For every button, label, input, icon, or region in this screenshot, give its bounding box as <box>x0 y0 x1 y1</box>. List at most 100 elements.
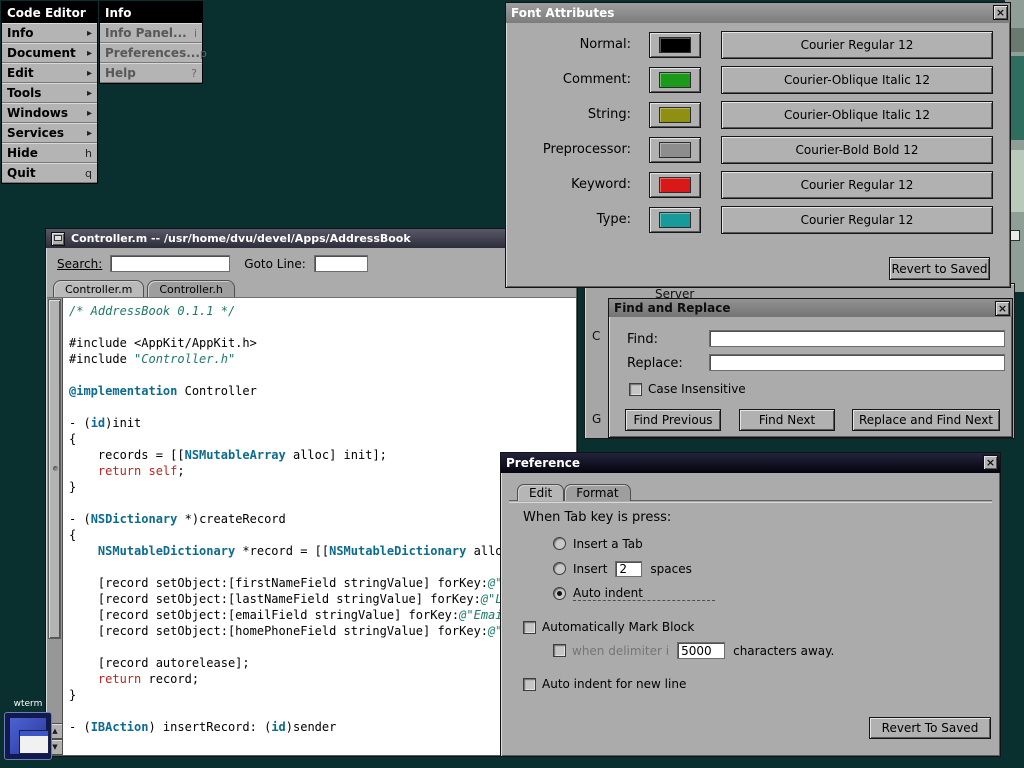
radio-button[interactable] <box>553 587 566 600</box>
font-button-comment[interactable]: Courier-Oblique Italic 12 <box>721 66 993 94</box>
code-line: #include <AppKit/AppKit.h> <box>69 335 576 351</box>
code-segment: NSMutableDictionary <box>98 544 235 558</box>
code-segment: IBAction <box>91 720 149 734</box>
font-button-type[interactable]: Courier Regular 12 <box>721 206 993 234</box>
menu-item-windows[interactable]: Windows▸ <box>2 103 97 123</box>
checkbox-icon[interactable] <box>523 621 536 634</box>
code-segment: ) insertRecord: ( <box>148 720 271 734</box>
radio-option-insert[interactable]: Insertspaces <box>553 556 715 581</box>
editor-content: ▲ ▼ /* AddressBook 0.1.1 */ #include <Ap… <box>47 298 576 755</box>
find-input[interactable] <box>709 330 1005 347</box>
checkbox-icon[interactable] <box>629 383 642 396</box>
tab-format[interactable]: Format <box>564 484 630 501</box>
dock-tile-label: wterm <box>0 698 56 710</box>
window-title: Preference <box>506 456 580 470</box>
radio-button[interactable] <box>553 562 566 575</box>
menu-item-help[interactable]: Help? <box>100 63 202 83</box>
editor-titlebar[interactable]: Controller.m -- /usr/home/dvu/devel/Apps… <box>46 229 577 248</box>
search-label[interactable]: Search: <box>57 257 102 271</box>
code-segment: /* AddressBook 0.1.1 */ <box>69 304 235 318</box>
menu-item-edit[interactable]: Edit▸ <box>2 63 97 83</box>
code-segment: { <box>69 432 76 446</box>
tab-edit[interactable]: Edit <box>517 484 564 501</box>
code-segment: ; <box>177 464 184 478</box>
color-swatch-button-preprocessor[interactable] <box>649 137 701 163</box>
radio-option-insert-a-tab[interactable]: Insert a Tab <box>553 531 715 556</box>
search-input[interactable] <box>110 255 230 272</box>
window-title: Controller.m -- /usr/home/dvu/devel/Apps… <box>71 232 411 245</box>
code-segment: NSMutableDictionary <box>329 544 466 558</box>
tab-controller-h[interactable]: Controller.h <box>147 280 235 297</box>
case-insensitive-checkbox-row[interactable]: Case Insensitive <box>629 382 746 396</box>
menu-item-document[interactable]: Document▸ <box>2 43 97 63</box>
font-attributes-rows: Normal:Courier Regular 12Comment:Courier… <box>506 27 1010 237</box>
menu-item-label: Quit <box>7 166 36 180</box>
checkbox-icon[interactable] <box>523 678 536 691</box>
menu-item-hide[interactable]: Hideh <box>2 143 97 163</box>
code-segment <box>69 464 98 478</box>
code-segment: )sender <box>286 720 337 734</box>
main-menu-title[interactable]: Code Editor <box>2 2 97 23</box>
preference-titlebar[interactable]: Preference × <box>501 453 1000 473</box>
font-attribute-row-preprocessor: Preprocessor:Courier-Bold Bold 12 <box>506 132 1010 167</box>
radio-option-auto-indent[interactable]: Auto indent <box>553 581 715 606</box>
menu-item-label: Info Panel... <box>105 26 187 40</box>
code-segment: records = [[ <box>69 448 185 462</box>
code-segment: [record setObject:[lastNameField stringV… <box>69 592 481 606</box>
font-button-string[interactable]: Courier-Oblique Italic 12 <box>721 101 993 129</box>
menu-item-quit[interactable]: Quitq <box>2 163 97 183</box>
close-icon[interactable]: × <box>993 5 1008 20</box>
radio-button[interactable] <box>553 537 566 550</box>
close-icon[interactable]: × <box>995 301 1010 316</box>
code-segment: return self <box>98 464 177 478</box>
spaces-input[interactable] <box>615 561 642 577</box>
code-segment: NSDictionary <box>91 512 178 526</box>
checkbox-icon[interactable] <box>553 644 566 657</box>
tab-controller-m[interactable]: Controller.m <box>53 280 144 297</box>
auto-indent-newline-checkbox-row[interactable]: Auto indent for new line <box>523 677 686 691</box>
fragment-letter-g: G <box>592 412 601 426</box>
color-swatch-button-normal[interactable] <box>649 32 701 58</box>
delimiter-checkbox-row[interactable]: when delimiter i characters away. <box>553 642 834 659</box>
menu-item-services[interactable]: Services▸ <box>2 123 97 143</box>
menu-item-label: Hide <box>7 146 38 160</box>
dock-tile-wterm[interactable]: wterm <box>0 698 56 768</box>
revert-to-saved-button[interactable]: Revert To Saved <box>869 717 991 739</box>
menu-item-tools[interactable]: Tools▸ <box>2 83 97 103</box>
code-line: - (id)init <box>69 415 576 431</box>
wterm-icon-screen <box>10 718 46 754</box>
find-previous-button[interactable]: Find Previous <box>625 409 721 431</box>
font-button-keyword[interactable]: Courier Regular 12 <box>721 171 993 199</box>
menu-item-info[interactable]: Info▸ <box>2 23 97 43</box>
submenu-arrow-icon: ▸ <box>87 28 92 39</box>
wterm-icon[interactable] <box>4 712 52 760</box>
mark-block-checkbox-row[interactable]: Automatically Mark Block <box>523 620 694 634</box>
font-attributes-titlebar[interactable]: Font Attributes × <box>506 3 1010 23</box>
attribute-label: String: <box>516 107 631 122</box>
find-next-button[interactable]: Find Next <box>739 409 835 431</box>
preference-tab-bar: EditFormat <box>517 484 631 501</box>
vertical-scrollbar[interactable]: ▲ ▼ <box>47 298 63 755</box>
color-swatch-button-comment[interactable] <box>649 67 701 93</box>
color-swatch-button-keyword[interactable] <box>649 172 701 198</box>
info-submenu-title[interactable]: Info <box>100 2 202 23</box>
replace-input[interactable] <box>709 354 1005 371</box>
delimiter-distance-input[interactable] <box>677 642 725 659</box>
replace-and-find-next-button[interactable]: Replace and Find Next <box>852 409 1000 431</box>
color-swatch-button-string[interactable] <box>649 102 701 128</box>
code-segment: } <box>69 688 76 702</box>
radio-label: Insert <box>573 562 607 576</box>
scrollbar-knob[interactable] <box>48 299 61 639</box>
menu-item-info-panel[interactable]: Info Panel...i <box>100 23 202 43</box>
font-button-normal[interactable]: Courier Regular 12 <box>721 31 993 59</box>
color-swatch-button-type[interactable] <box>649 207 701 233</box>
find-replace-titlebar[interactable]: Find and Replace × <box>609 299 1012 317</box>
font-attribute-row-string: String: Courier-Oblique Italic 12 <box>506 97 1010 132</box>
close-icon[interactable]: × <box>983 455 998 470</box>
menu-item-label: Preferences... <box>105 46 200 60</box>
goto-line-input[interactable] <box>314 255 368 272</box>
revert-to-saved-button[interactable]: Revert to Saved <box>889 257 990 280</box>
miniaturize-button[interactable] <box>51 232 65 246</box>
font-button-preprocessor[interactable]: Courier-Bold Bold 12 <box>721 136 993 164</box>
menu-item-preferences[interactable]: Preferences...p <box>100 43 202 63</box>
